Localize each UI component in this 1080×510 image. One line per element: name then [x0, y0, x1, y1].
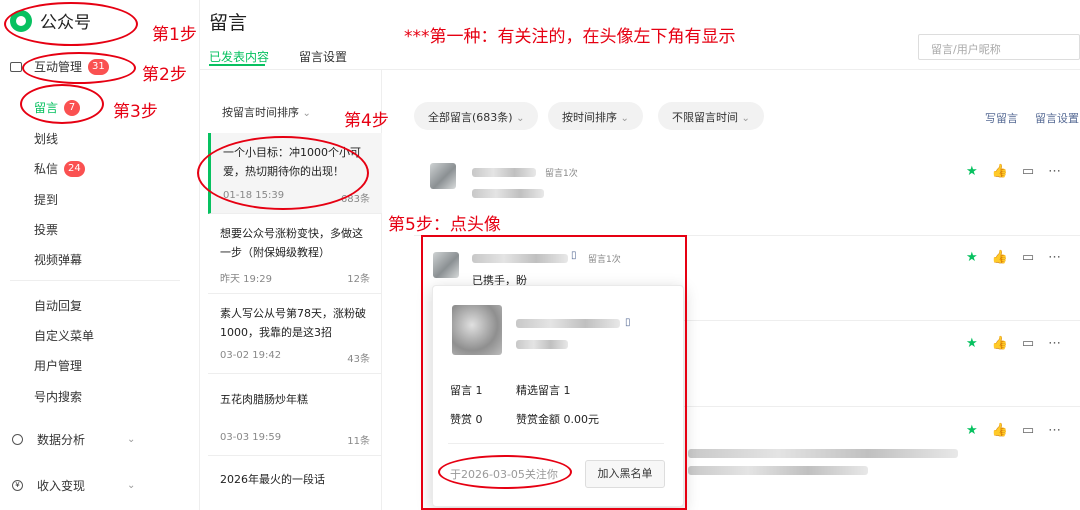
chevron-down-icon: ⌄ [127, 434, 136, 445]
write-comment-link[interactable]: 写留言 [985, 110, 1018, 126]
nav-revenue-label: 收入变现 [37, 479, 86, 493]
comment-settings-link[interactable]: 留言设置 [1035, 110, 1079, 126]
more-icon[interactable]: ⋯ [1048, 164, 1061, 179]
article-title: 五花肉腊肠炒年糕 [220, 393, 308, 406]
annotation-step5: 第5步：点头像 [388, 215, 501, 235]
annotation-step4: 第4步 [344, 111, 389, 131]
article-item[interactable]: 想要公众号涨粉变快，多做这一步（附保姆级教程） 昨天 19:29 12条 [208, 214, 382, 294]
chevron-down-icon: ⌄ [741, 113, 750, 124]
article-date: 昨天 19:29 [220, 274, 272, 285]
avatar[interactable] [430, 163, 456, 189]
filter-all-label: 全部留言(683条) [428, 111, 513, 124]
thumbs-up-icon[interactable]: 👍 [992, 250, 1008, 265]
reply-icon[interactable]: ▭ [1022, 336, 1034, 351]
nav-analytics-label: 数据分析 [37, 433, 86, 447]
more-icon[interactable]: ⋯ [1048, 423, 1061, 438]
messages-badge: 24 [64, 160, 85, 177]
article-item[interactable]: 素人写公从号第78天，涨粉破1000，我靠的是这3招 03-02 19:42 43… [208, 294, 382, 374]
thumbs-up-icon[interactable]: 👍 [992, 423, 1008, 438]
comment-actions: ★ 👍 ▭ ⋯ [966, 336, 1061, 351]
filter-time-range-label: 不限留言时间 [672, 111, 738, 124]
article-count: 43条 [347, 354, 370, 365]
more-icon[interactable]: ⋯ [1048, 336, 1061, 351]
annotation-step2: 第2步 [142, 65, 187, 85]
sidebar-item-messages[interactable]: 私信 24 [34, 160, 85, 177]
page-title: 留言 [209, 12, 248, 34]
tab-published-content[interactable]: 已发表内容 [209, 48, 269, 65]
article-title: 想要公众号涨粉变快，多做这一步（附保姆级教程） [220, 227, 363, 259]
star-icon[interactable]: ★ [966, 250, 978, 265]
nav-data-analytics[interactable]: 数据分析 ⌄ [12, 431, 135, 448]
annotation-circle-step4 [197, 136, 369, 210]
filter-all-comments[interactable]: 全部留言(683条) ⌄ [414, 102, 539, 130]
chevron-down-icon: ⌄ [302, 108, 311, 119]
comment-actions: ★ 👍 ▭ ⋯ [966, 250, 1061, 265]
sidebar-item-votes[interactable]: 投票 [34, 221, 58, 238]
sidebar-item-user-management[interactable]: 用户管理 [34, 357, 82, 374]
comment-count-meta: 留言1次 [545, 169, 578, 179]
sidebar-item-mentions[interactable]: 提到 [34, 191, 58, 208]
article-item[interactable]: 五花肉腊肠炒年糕 03-03 19:59 11条 [208, 374, 382, 456]
reply-icon[interactable]: ▭ [1022, 164, 1034, 179]
article-date: 03-02 19:42 [220, 350, 282, 361]
comment-actions: ★ 👍 ▭ ⋯ [966, 164, 1061, 179]
thumbs-up-icon[interactable]: 👍 [992, 164, 1008, 179]
annotation-note: ***第一种：有关注的，在头像左下角有显示 [404, 27, 736, 47]
annotation-circle-step3 [20, 84, 104, 124]
article-count: 12条 [347, 274, 370, 285]
thumbs-up-icon[interactable]: 👍 [992, 336, 1008, 351]
annotation-step1: 第1步 [152, 25, 197, 45]
divider [10, 280, 180, 281]
message-icon [10, 61, 22, 72]
annotation-circle-step1 [4, 2, 138, 46]
more-icon[interactable]: ⋯ [1048, 250, 1061, 265]
article-count: 11条 [347, 436, 370, 447]
sidebar-item-custom-menu[interactable]: 自定义菜单 [34, 327, 94, 344]
tab-comment-settings[interactable]: 留言设置 [299, 48, 347, 65]
article-item[interactable]: 2026年最火的一段话 [208, 456, 382, 510]
blurred-comment-text [688, 466, 868, 475]
annotation-step3: 第3步 [113, 102, 158, 122]
blurred-comment-text [472, 189, 544, 198]
sidebar-item-label: 私信 [34, 162, 59, 176]
yen-icon: ¥ [12, 480, 23, 491]
search-input[interactable]: 留言/用户昵称 [918, 34, 1080, 60]
nav-revenue[interactable]: ¥ 收入变现 ⌄ [12, 477, 135, 494]
annotation-box-step5 [421, 235, 687, 510]
article-sort-dropdown[interactable]: 按留言时间排序 ⌄ [222, 104, 311, 120]
comment-actions: ★ 👍 ▭ ⋯ [966, 423, 1061, 438]
chevron-down-icon: ⌄ [127, 480, 136, 491]
active-tab-indicator [209, 64, 265, 66]
chevron-down-icon: ⌄ [516, 113, 525, 124]
chevron-down-icon: ⌄ [620, 113, 629, 124]
divider [684, 320, 1080, 321]
filter-time-sort[interactable]: 按时间排序 ⌄ [548, 102, 643, 130]
sidebar-item-auto-reply[interactable]: 自动回复 [34, 297, 82, 314]
sidebar-item-in-account-search[interactable]: 号内搜索 [34, 388, 82, 405]
blurred-nickname [472, 168, 536, 177]
reply-icon[interactable]: ▭ [1022, 250, 1034, 265]
analytics-icon [12, 434, 23, 445]
sidebar-item-highlights[interactable]: 划线 [34, 130, 58, 147]
article-sort-label: 按留言时间排序 [222, 106, 299, 119]
star-icon[interactable]: ★ [966, 336, 978, 351]
blurred-comment-text [688, 449, 958, 458]
star-icon[interactable]: ★ [966, 164, 978, 179]
filter-time-sort-label: 按时间排序 [562, 111, 617, 124]
annotation-circle-step2 [22, 52, 136, 84]
article-title: 2026年最火的一段话 [220, 473, 325, 486]
article-date: 03-03 19:59 [220, 432, 282, 443]
star-icon[interactable]: ★ [966, 423, 978, 438]
article-title: 素人写公从号第78天，涨粉破1000，我靠的是这3招 [220, 307, 366, 339]
sidebar-item-video-danmu[interactable]: 视频弹幕 [34, 251, 82, 268]
filter-time-range[interactable]: 不限留言时间 ⌄ [658, 102, 764, 130]
reply-icon[interactable]: ▭ [1022, 423, 1034, 438]
divider [684, 406, 1080, 407]
